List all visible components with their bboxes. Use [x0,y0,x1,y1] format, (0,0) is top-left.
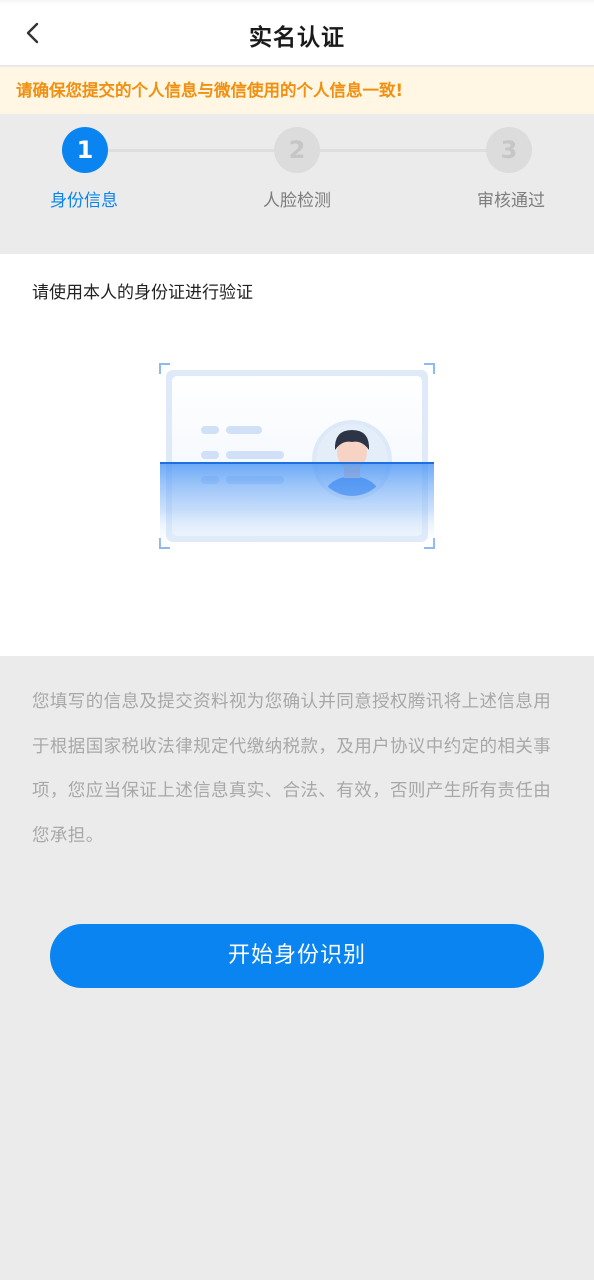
id-card-scan-icon [159,363,435,549]
header-bar: 实名认证 [0,0,594,66]
notice-banner: 请确保您提交的个人信息与微信使用的个人信息一致! [0,67,594,114]
real-name-verification-page: 实名认证 请确保您提交的个人信息与微信使用的个人信息一致! 1 2 3 身份信息… [0,0,594,1280]
step-2-label: 人脸检测 [263,191,331,211]
progress-stepper: 1 2 3 身份信息 人脸检测 审核通过 [0,114,594,254]
page-title: 实名认证 [249,25,345,51]
step-1-label: 身份信息 [50,191,118,211]
authorization-disclaimer: 您填写的信息及提交资料视为您确认并同意授权腾讯将上述信息用于根据国家税收法律规定… [32,692,552,846]
card-instruction: 请使用本人的身份证进行验证 [32,283,253,303]
id-card-section: 请使用本人的身份证进行验证 [0,254,594,656]
step-connector [320,149,486,152]
step-connector [108,149,274,152]
start-id-recognition-button[interactable]: 开始身份识别 [50,924,544,988]
step-3-indicator: 3 [486,127,532,173]
step-3-label: 审核通过 [477,191,545,211]
step-2-indicator: 2 [274,127,320,173]
step-1-indicator: 1 [62,127,108,173]
